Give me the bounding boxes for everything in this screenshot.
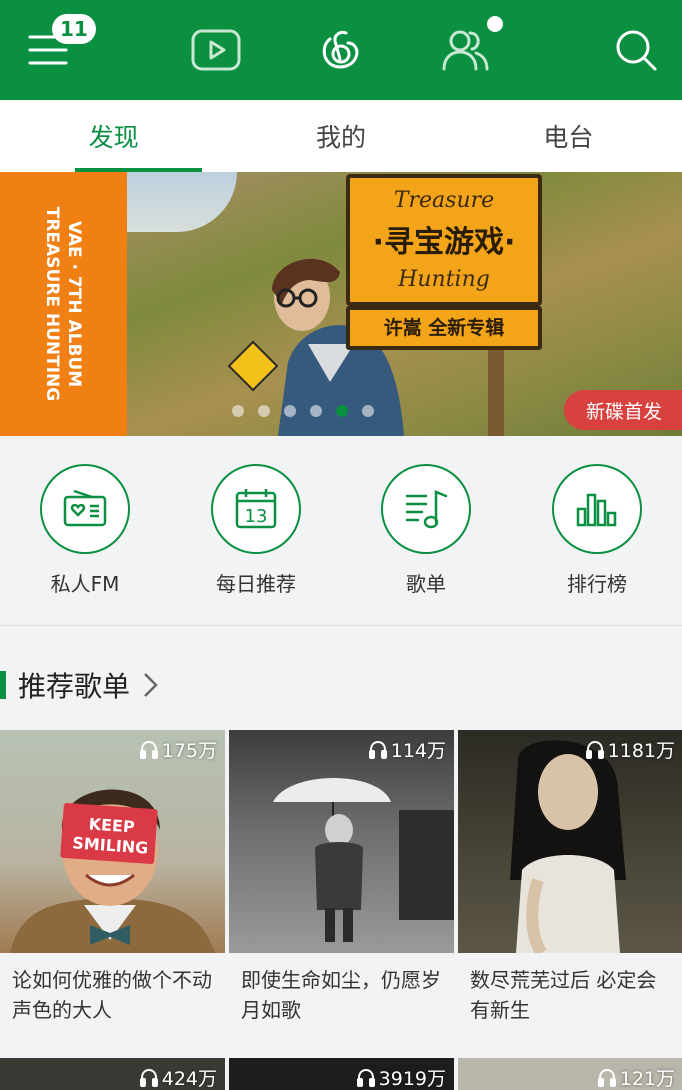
quick-charts-label: 排行榜 <box>567 572 627 596</box>
play-count-value: 424万 <box>161 1068 217 1090</box>
radio-icon <box>40 464 130 554</box>
playlist-card[interactable]: 114万 即使生命如尘，仍愿岁月如歌 <box>229 730 454 1043</box>
playlist-card[interactable]: 121万 <box>458 1058 682 1090</box>
new-album-tag: 新碟首发 <box>564 390 682 430</box>
quick-fm[interactable]: 私人FM <box>15 464 155 604</box>
play-count: 114万 <box>368 736 446 763</box>
top-bar: 11 <box>0 0 682 100</box>
headphones-icon <box>139 1068 158 1087</box>
banner-sign: Treasure ·寻宝游戏· Hunting <box>346 174 542 306</box>
cover-art <box>273 778 454 942</box>
playlist-card[interactable]: 1181万 数尽荒芜过后 必定会有新生 <box>458 730 682 1043</box>
chevron-right-icon <box>144 673 158 697</box>
play-count: 424万 <box>139 1064 217 1090</box>
pager-dot[interactable] <box>362 405 374 417</box>
section-title: 推荐歌单 <box>18 670 131 703</box>
play-count: 175万 <box>139 736 217 763</box>
headphones-icon <box>585 740 604 759</box>
pager-dot[interactable] <box>258 405 270 417</box>
playlist-title: 即使生命如尘，仍愿岁月如歌 <box>241 968 441 1022</box>
cover-text: KEEP SMILING <box>71 814 149 858</box>
playlist-title: 数尽荒芜过后 必定会有新生 <box>470 968 657 1022</box>
search-icon[interactable] <box>608 22 664 78</box>
sign-post <box>488 350 504 436</box>
play-count-value: 175万 <box>161 740 217 762</box>
banner-side-text-1: VAE · 7TH ALBUM <box>64 220 84 388</box>
headphones-icon <box>356 1068 375 1087</box>
chart-bars-icon <box>552 464 642 554</box>
banner-side-text-2: TREASURE HUNTING <box>42 206 62 402</box>
quick-daily[interactable]: 13 每日推荐 <box>186 464 326 604</box>
sign-top-text: Treasure <box>393 188 495 213</box>
play-count: 121万 <box>597 1064 675 1090</box>
headphones-icon <box>597 1068 616 1087</box>
playlist-cover: 1181万 <box>458 730 682 953</box>
quick-playlist[interactable]: 歌单 <box>356 464 496 604</box>
video-icon[interactable] <box>188 22 244 78</box>
play-count: 3919万 <box>356 1064 446 1090</box>
playlist-icon <box>381 464 471 554</box>
tab-radio[interactable]: 电台 <box>455 100 682 172</box>
headphones-icon <box>368 740 387 759</box>
friends-icon[interactable] <box>438 22 494 78</box>
pager-dot[interactable] <box>284 405 296 417</box>
sign-strip-text: 许嵩 全新专辑 <box>383 317 505 339</box>
recommended-playlists-header[interactable]: 推荐歌单 <box>0 660 682 710</box>
play-count-value: 3919万 <box>378 1068 446 1090</box>
playlist-card[interactable]: 3919万 <box>229 1058 454 1090</box>
pager-dot[interactable] <box>336 405 348 417</box>
tab-discover[interactable]: 发现 <box>0 100 227 172</box>
calendar-day: 13 <box>245 506 268 527</box>
tab-mine[interactable]: 我的 <box>227 100 454 172</box>
pager-dot[interactable] <box>310 405 322 417</box>
music-logo-icon[interactable] <box>313 22 369 78</box>
playlist-title: 论如何优雅的做个不动声色的大人 <box>12 968 212 1022</box>
play-count: 1181万 <box>585 736 675 763</box>
new-activity-dot <box>487 16 503 32</box>
quick-entries: 私人FM 13 每日推荐 歌单 排行榜 <box>0 436 682 626</box>
sign-cn-text: ·寻宝游戏· <box>372 225 516 260</box>
banner-side-panel: VAE · 7TH ALBUM TREASURE HUNTING <box>0 172 127 436</box>
calendar-icon: 13 <box>211 464 301 554</box>
play-count-value: 121万 <box>619 1068 675 1090</box>
playlist-card[interactable]: KEEP SMILING 175万 论如何优雅的做个不动声色的大人 <box>0 730 225 1043</box>
notification-badge: 11 <box>52 14 96 44</box>
quick-charts[interactable]: 排行榜 <box>527 464 667 604</box>
quick-playlist-label: 歌单 <box>406 572 446 596</box>
playlist-cover: KEEP SMILING 175万 <box>0 730 225 953</box>
quick-daily-label: 每日推荐 <box>216 572 296 596</box>
playlist-cover: 114万 <box>229 730 454 953</box>
cover-art <box>510 740 626 953</box>
banner-sign-strip: 许嵩 全新专辑 <box>346 306 542 350</box>
playlist-card[interactable]: 424万 <box>0 1058 225 1090</box>
quick-fm-label: 私人FM <box>50 572 120 596</box>
main-tabs: 发现 我的 电台 <box>0 100 682 172</box>
play-count-value: 114万 <box>390 740 446 762</box>
headphones-icon <box>139 740 158 759</box>
banner-pager <box>232 405 374 417</box>
pager-dot[interactable] <box>232 405 244 417</box>
section-accent-bar <box>0 671 6 699</box>
play-count-value: 1181万 <box>607 740 675 762</box>
sign-bottom-text: Hunting <box>398 267 490 292</box>
